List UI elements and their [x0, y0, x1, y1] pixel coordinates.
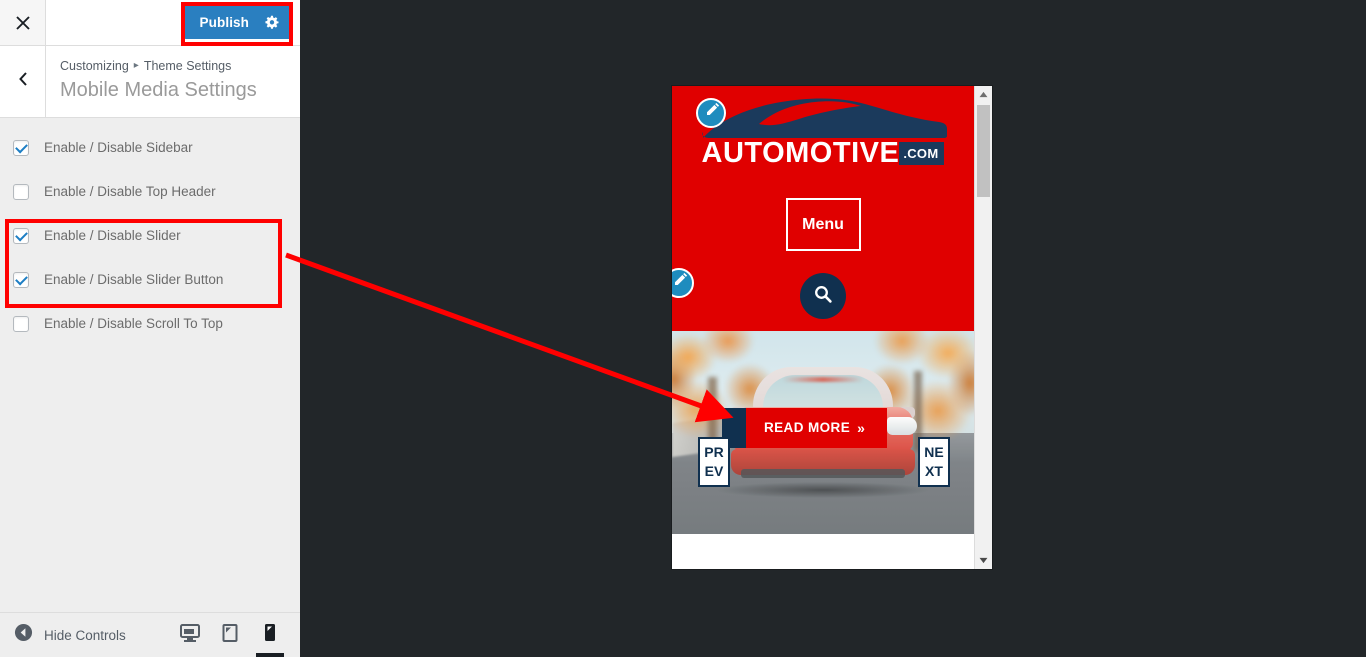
control-enable-disable-slider[interactable]: Enable / Disable Slider [0, 220, 300, 252]
menu-button-label: Menu [802, 215, 844, 233]
read-more-label: READ MORE [764, 420, 851, 435]
site-content-below-slider [672, 534, 974, 569]
site-preview-viewport: AUTOMOTIVE .COM Menu READ MORE » PREV NE… [672, 86, 974, 569]
page-title: Mobile Media Settings [60, 79, 257, 101]
customizer-action-bar: Publish [0, 0, 300, 46]
customizer-panel-header: Customizing ▸ Theme Settings Mobile Medi… [0, 46, 300, 118]
checkbox-slider[interactable] [13, 228, 29, 244]
close-icon [15, 15, 31, 31]
chevron-left-icon [17, 71, 29, 92]
control-enable-disable-slider-button[interactable]: Enable / Disable Slider Button [0, 264, 300, 296]
homepage-slider: READ MORE » PREV NEXT [672, 331, 974, 534]
collapse-arrow-icon [14, 623, 33, 647]
scrollbar-up-arrow-icon[interactable] [975, 86, 992, 103]
checkbox-top-header[interactable] [13, 184, 29, 200]
logo-wordmark: AUTOMOTIVE .COM [672, 138, 974, 168]
slider-prev-button[interactable]: PREV [698, 437, 730, 487]
publish-area: Publish [183, 5, 292, 39]
control-enable-disable-top-header[interactable]: Enable / Disable Top Header [0, 176, 300, 208]
control-enable-disable-scroll-to-top[interactable]: Enable / Disable Scroll To Top [0, 308, 300, 340]
breadcrumb-separator-icon: ▸ [133, 60, 139, 71]
control-label: Enable / Disable Top Header [44, 184, 216, 199]
hide-controls-button[interactable]: Hide Controls [0, 623, 126, 647]
customizer-footer: Hide Controls [0, 612, 300, 657]
close-customizer-button[interactable] [0, 0, 46, 45]
gear-icon[interactable] [265, 15, 280, 30]
device-button-desktop[interactable] [170, 613, 210, 657]
pencil-icon [704, 102, 719, 123]
device-button-tablet[interactable] [210, 613, 250, 657]
control-label: Enable / Disable Scroll To Top [44, 316, 223, 331]
customizer-sidebar: Publish Customizing ▸ Theme Settings Mob… [0, 0, 300, 657]
checkbox-scroll-to-top[interactable] [13, 316, 29, 332]
checkbox-slider-button[interactable] [13, 272, 29, 288]
mobile-icon [263, 623, 277, 648]
edit-shortcut-logo[interactable] [696, 98, 726, 128]
site-logo[interactable]: AUTOMOTIVE .COM [672, 86, 974, 168]
publish-button-label: Publish [199, 14, 249, 30]
mobile-preview-frame: AUTOMOTIVE .COM Menu READ MORE » PREV NE… [672, 86, 992, 569]
publish-button[interactable]: Publish [183, 5, 292, 39]
slider-read-more-button[interactable]: READ MORE » [722, 408, 888, 448]
desktop-icon [179, 623, 201, 648]
slider-next-label: NEXT [924, 444, 944, 479]
menu-button[interactable]: Menu [785, 198, 861, 251]
checkbox-sidebar[interactable] [13, 140, 29, 156]
preview-area: AUTOMOTIVE .COM Menu READ MORE » PREV NE… [300, 0, 1366, 657]
scrollbar-thumb[interactable] [977, 105, 990, 197]
logo-main-text: AUTOMOTIVE [701, 137, 900, 169]
breadcrumb-parent: Theme Settings [143, 59, 232, 73]
control-label: Enable / Disable Slider [44, 228, 181, 243]
control-list: Enable / Disable Sidebar Enable / Disabl… [0, 118, 300, 340]
device-button-mobile[interactable] [250, 613, 290, 657]
site-header: AUTOMOTIVE .COM Menu [672, 86, 974, 331]
control-enable-disable-sidebar[interactable]: Enable / Disable Sidebar [0, 132, 300, 164]
search-icon [813, 284, 833, 309]
scrollbar-down-arrow-icon[interactable] [975, 552, 992, 569]
control-label: Enable / Disable Sidebar [44, 140, 193, 155]
back-button[interactable] [0, 46, 46, 117]
logo-tld-badge: .COM [899, 141, 945, 165]
search-button[interactable] [800, 273, 846, 319]
edit-shortcut-search[interactable] [672, 268, 694, 298]
control-label: Enable / Disable Slider Button [44, 272, 224, 287]
double-chevron-right-icon: » [857, 419, 866, 436]
preview-scrollbar[interactable] [974, 86, 992, 569]
slider-next-button[interactable]: NEXT [918, 437, 950, 487]
tablet-icon [221, 623, 239, 648]
pencil-icon [672, 272, 687, 293]
breadcrumb-root: Customizing [60, 59, 129, 73]
breadcrumb: Customizing ▸ Theme Settings [60, 58, 300, 74]
read-more-body: READ MORE » [746, 408, 888, 448]
hide-controls-label: Hide Controls [44, 627, 126, 643]
slider-prev-label: PREV [704, 444, 724, 479]
device-preview-switcher [170, 613, 290, 657]
